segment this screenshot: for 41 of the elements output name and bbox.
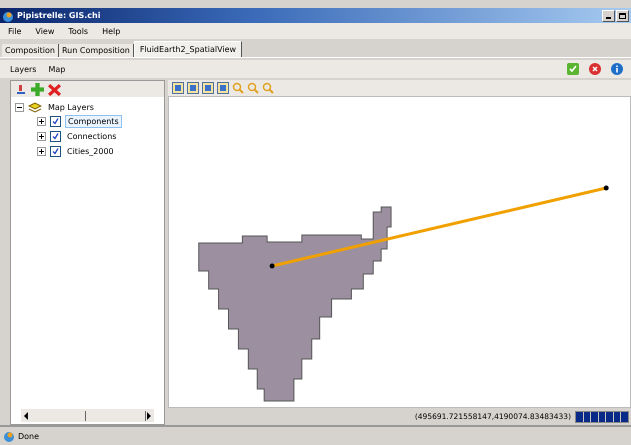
app-icon xyxy=(2,10,14,22)
expand-toggle[interactable] xyxy=(37,147,46,156)
info-icon[interactable] xyxy=(611,63,623,75)
map-canvas[interactable] xyxy=(168,96,631,408)
collapse-toggle[interactable] xyxy=(15,102,24,112)
close-icon[interactable] xyxy=(589,63,601,75)
checkmark-icon[interactable] xyxy=(567,63,579,75)
tree-item[interactable]: Connections xyxy=(65,131,118,142)
checkbox[interactable] xyxy=(50,131,61,142)
status-icon xyxy=(3,430,15,442)
layer-icon[interactable] xyxy=(15,83,27,95)
expand-toggle[interactable] xyxy=(37,117,46,126)
tree-item[interactable]: Components xyxy=(65,115,122,128)
menu-item[interactable]: View xyxy=(35,26,54,36)
map-tool-icon[interactable] xyxy=(172,82,184,94)
tab[interactable]: Run Composition xyxy=(58,44,134,57)
tab[interactable]: Composition xyxy=(2,44,59,57)
scroll-right-icon[interactable] xyxy=(146,412,152,420)
scroll-left-icon[interactable] xyxy=(23,412,29,420)
checkbox[interactable] xyxy=(50,116,61,127)
map-tool-icon[interactable] xyxy=(187,82,199,94)
menu-item[interactable]: Map xyxy=(48,64,66,74)
menu-item[interactable]: File xyxy=(8,26,22,36)
menu-item[interactable]: Layers xyxy=(10,64,36,74)
tab[interactable]: FluidEarth2_SpatialView xyxy=(134,41,242,57)
menu-item[interactable]: Tools xyxy=(68,26,88,36)
delete-icon[interactable] xyxy=(48,82,61,96)
status-text: Done xyxy=(18,432,40,440)
tree-item[interactable]: Cities_2000 xyxy=(65,146,116,157)
maximize-button[interactable] xyxy=(616,10,629,22)
tree-item[interactable]: Map Layers xyxy=(46,102,96,112)
horizontal-scrollbar[interactable] xyxy=(21,409,154,422)
expand-toggle[interactable] xyxy=(37,132,46,141)
checkbox[interactable] xyxy=(50,146,61,157)
menu-item[interactable]: Help xyxy=(102,26,120,36)
map-tool-icon[interactable] xyxy=(202,82,214,94)
window-title: Pipistrelle: GIS.chi xyxy=(17,11,100,20)
map-tool-icon[interactable] xyxy=(217,82,229,94)
progress-bar xyxy=(575,410,629,422)
layers-icon xyxy=(28,101,42,113)
minimize-button[interactable] xyxy=(602,10,615,22)
